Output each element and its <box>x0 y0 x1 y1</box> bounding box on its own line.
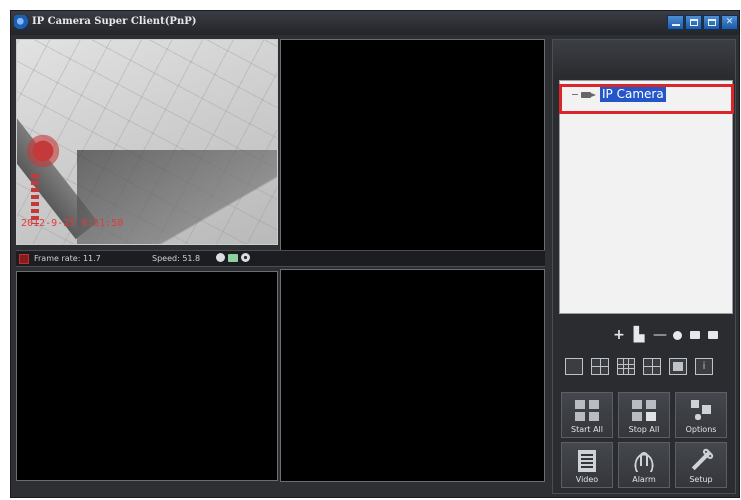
video-grid: 2012-9-25 9:51:58 Frame rate: 11.7 Speed… <box>16 39 547 494</box>
options-icon <box>689 400 713 422</box>
video-icon <box>578 450 596 472</box>
alarm-label: Alarm <box>632 475 656 484</box>
add-icon[interactable]: + <box>613 328 625 342</box>
layout-toolbar <box>565 358 713 375</box>
app-window: IP Camera Super Client(PnP) ✕ 2012-9-25 … <box>10 10 740 498</box>
video-button[interactable]: Video <box>561 442 613 488</box>
snapshot-icon[interactable] <box>228 253 238 262</box>
close-icon[interactable]: ✕ <box>721 15 738 30</box>
action-buttons: Start All Stop All Options Video Alarm S… <box>561 392 729 488</box>
device-tree[interactable]: IP Camera <box>559 80 733 314</box>
record-indicator-icon[interactable] <box>19 254 29 264</box>
start-all-button[interactable]: Start All <box>561 392 613 438</box>
app-logo-icon <box>14 15 28 29</box>
video-pane-3[interactable] <box>16 271 278 481</box>
start-all-icon <box>575 400 599 422</box>
options-button[interactable]: Options <box>675 392 727 438</box>
window-title: IP Camera Super Client(PnP) <box>32 16 197 27</box>
start-all-label: Start All <box>570 425 603 434</box>
minimize-icon[interactable] <box>667 15 684 30</box>
layout-4-icon[interactable] <box>591 358 609 375</box>
video-timestamp: 2012-9-25 9:51:58 <box>21 218 124 229</box>
stop-all-icon <box>632 400 656 422</box>
alarm-icon <box>632 450 656 472</box>
options-label: Options <box>685 425 717 434</box>
frame-rate-text: Frame rate: 11.7 <box>34 254 101 263</box>
audio-icon[interactable] <box>216 253 225 262</box>
layout-1-icon[interactable] <box>565 358 583 375</box>
square-icon[interactable] <box>708 331 718 339</box>
video-label: Video <box>575 475 599 484</box>
stop-all-label: Stop All <box>628 425 660 434</box>
speed-text: Speed: 51.8 <box>152 254 201 263</box>
control-panel: IP Camera + ▙ — Start All <box>552 39 736 494</box>
video-status-bar: Frame rate: 11.7 Speed: 51.8 <box>16 250 545 267</box>
feed-ornament-tassel <box>31 174 39 224</box>
panel-header <box>553 40 735 74</box>
alarm-button[interactable]: Alarm <box>618 442 670 488</box>
pane-settings-icon[interactable] <box>241 253 250 262</box>
stop-all-button[interactable]: Stop All <box>618 392 670 438</box>
setup-icon <box>684 444 718 478</box>
feed-ornament <box>25 128 61 174</box>
layout-6-icon[interactable] <box>643 358 661 375</box>
status-icons <box>216 253 250 262</box>
edit-device-icon[interactable]: ▙ <box>633 328 645 342</box>
device-tree-toolbar: + ▙ — <box>613 328 718 342</box>
fullscreen-icon[interactable] <box>669 358 687 375</box>
settings-icon[interactable] <box>673 330 682 340</box>
title-bar[interactable]: IP Camera Super Client(PnP) ✕ <box>11 11 739 35</box>
video-pane-4[interactable] <box>280 269 545 482</box>
box-icon[interactable] <box>690 331 700 339</box>
restore-icon[interactable] <box>685 15 702 30</box>
setup-button[interactable]: Setup <box>675 442 727 488</box>
layout-9-icon[interactable] <box>617 358 635 375</box>
maximize-icon[interactable] <box>703 15 720 30</box>
feed-shadow <box>77 150 277 244</box>
video-pane-1[interactable]: 2012-9-25 9:51:58 <box>16 39 278 245</box>
remove-icon[interactable]: — <box>653 328 667 342</box>
video-pane-2[interactable] <box>280 39 545 251</box>
selection-highlight-box <box>559 84 734 114</box>
window-controls: ✕ <box>667 15 738 30</box>
info-icon[interactable] <box>695 358 713 375</box>
